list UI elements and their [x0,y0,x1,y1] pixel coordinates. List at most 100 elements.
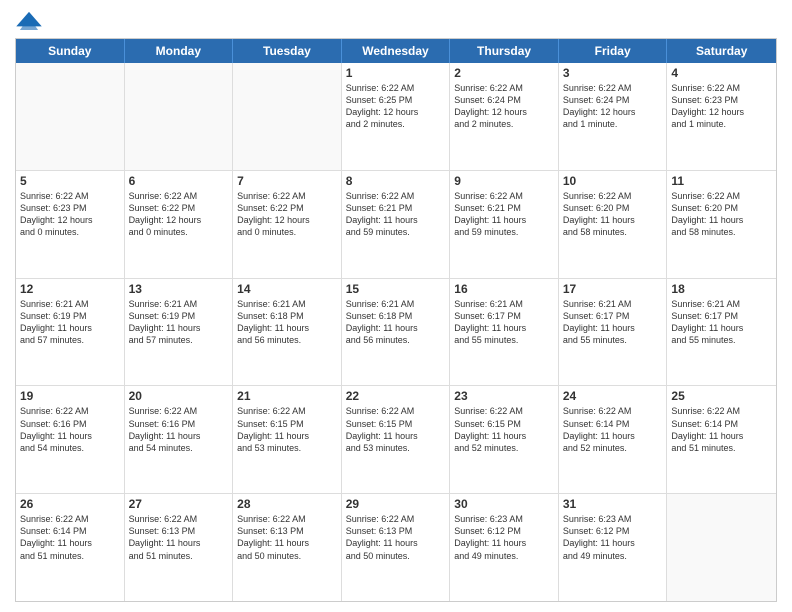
day-info: Sunrise: 6:21 AM Sunset: 6:19 PM Dayligh… [20,298,120,347]
day-info: Sunrise: 6:22 AM Sunset: 6:15 PM Dayligh… [346,405,446,454]
day-number: 8 [346,174,446,188]
day-cell-26: 26 Sunrise: 6:22 AM Sunset: 6:14 PM Dayli… [16,494,125,601]
day-info: Sunrise: 6:22 AM Sunset: 6:13 PM Dayligh… [129,513,229,562]
day-number: 1 [346,66,446,80]
day-cell-3: 3 Sunrise: 6:22 AM Sunset: 6:24 PM Daylig… [559,63,668,170]
calendar-header-row: SundayMondayTuesdayWednesdayThursdayFrid… [16,39,776,63]
day-cell-4: 4 Sunrise: 6:22 AM Sunset: 6:23 PM Daylig… [667,63,776,170]
day-info: Sunrise: 6:22 AM Sunset: 6:14 PM Dayligh… [20,513,120,562]
day-cell-7: 7 Sunrise: 6:22 AM Sunset: 6:22 PM Daylig… [233,171,342,278]
day-info: Sunrise: 6:21 AM Sunset: 6:18 PM Dayligh… [346,298,446,347]
day-info: Sunrise: 6:21 AM Sunset: 6:17 PM Dayligh… [563,298,663,347]
day-info: Sunrise: 6:22 AM Sunset: 6:24 PM Dayligh… [454,82,554,131]
header [15,10,777,30]
day-number: 23 [454,389,554,403]
day-info: Sunrise: 6:23 AM Sunset: 6:12 PM Dayligh… [563,513,663,562]
day-info: Sunrise: 6:22 AM Sunset: 6:22 PM Dayligh… [237,190,337,239]
day-info: Sunrise: 6:22 AM Sunset: 6:14 PM Dayligh… [563,405,663,454]
day-number: 6 [129,174,229,188]
day-cell-13: 13Sunrise: 6:21 AM Sunset: 6:19 PM Dayli… [125,279,234,386]
header-cell-tuesday: Tuesday [233,39,342,63]
day-number: 30 [454,497,554,511]
calendar-row-2: 12 Sunrise: 6:21 AM Sunset: 6:19 PM Dayli… [16,279,776,387]
day-cell-15: 15 Sunrise: 6:21 AM Sunset: 6:18 PM Dayli… [342,279,451,386]
empty-cell [667,494,776,601]
day-cell-22: 22 Sunrise: 6:22 AM Sunset: 6:15 PM Dayli… [342,386,451,493]
day-number: 10 [563,174,663,188]
day-number: 20 [129,389,229,403]
day-info: Sunrise: 6:22 AM Sunset: 6:24 PM Dayligh… [563,82,663,131]
day-number: 15 [346,282,446,296]
day-cell-2: 2Sunrise: 6:22 AM Sunset: 6:24 PM Daylig… [450,63,559,170]
day-info: Sunrise: 6:21 AM Sunset: 6:17 PM Dayligh… [671,298,772,347]
day-number: 28 [237,497,337,511]
day-number: 31 [563,497,663,511]
day-info: Sunrise: 6:22 AM Sunset: 6:14 PM Dayligh… [671,405,772,454]
day-info: Sunrise: 6:22 AM Sunset: 6:20 PM Dayligh… [563,190,663,239]
day-cell-20: 20 Sunrise: 6:22 AM Sunset: 6:16 PM Dayli… [125,386,234,493]
day-cell-29: 29 Sunrise: 6:22 AM Sunset: 6:13 PM Dayli… [342,494,451,601]
day-cell-25: 25 Sunrise: 6:22 AM Sunset: 6:14 PM Dayli… [667,386,776,493]
day-number: 22 [346,389,446,403]
day-number: 7 [237,174,337,188]
calendar-row-0: 1 Sunrise: 6:22 AM Sunset: 6:25 PM Daylig… [16,63,776,171]
day-cell-19: 19Sunrise: 6:22 AM Sunset: 6:16 PM Dayli… [16,386,125,493]
day-number: 18 [671,282,772,296]
day-cell-23: 23 Sunrise: 6:22 AM Sunset: 6:15 PM Dayli… [450,386,559,493]
day-info: Sunrise: 6:21 AM Sunset: 6:18 PM Dayligh… [237,298,337,347]
day-number: 21 [237,389,337,403]
day-info: Sunrise: 6:21 AM Sunset: 6:19 PM Dayligh… [129,298,229,347]
day-number: 4 [671,66,772,80]
day-cell-6: 6 Sunrise: 6:22 AM Sunset: 6:22 PM Daylig… [125,171,234,278]
calendar-row-3: 19Sunrise: 6:22 AM Sunset: 6:16 PM Dayli… [16,386,776,494]
day-number: 26 [20,497,120,511]
header-cell-saturday: Saturday [667,39,776,63]
day-cell-16: 16Sunrise: 6:21 AM Sunset: 6:17 PM Dayli… [450,279,559,386]
day-number: 17 [563,282,663,296]
empty-cell [233,63,342,170]
day-info: Sunrise: 6:22 AM Sunset: 6:20 PM Dayligh… [671,190,772,239]
day-cell-1: 1 Sunrise: 6:22 AM Sunset: 6:25 PM Daylig… [342,63,451,170]
day-info: Sunrise: 6:22 AM Sunset: 6:15 PM Dayligh… [237,405,337,454]
day-cell-27: 27 Sunrise: 6:22 AM Sunset: 6:13 PM Dayli… [125,494,234,601]
calendar-row-4: 26 Sunrise: 6:22 AM Sunset: 6:14 PM Dayli… [16,494,776,601]
day-cell-17: 17 Sunrise: 6:21 AM Sunset: 6:17 PM Dayli… [559,279,668,386]
calendar: SundayMondayTuesdayWednesdayThursdayFrid… [15,38,777,602]
day-number: 25 [671,389,772,403]
day-info: Sunrise: 6:22 AM Sunset: 6:13 PM Dayligh… [237,513,337,562]
calendar-body: 1 Sunrise: 6:22 AM Sunset: 6:25 PM Daylig… [16,63,776,601]
day-info: Sunrise: 6:21 AM Sunset: 6:17 PM Dayligh… [454,298,554,347]
header-cell-thursday: Thursday [450,39,559,63]
day-cell-24: 24Sunrise: 6:22 AM Sunset: 6:14 PM Dayli… [559,386,668,493]
day-info: Sunrise: 6:22 AM Sunset: 6:16 PM Dayligh… [129,405,229,454]
header-cell-friday: Friday [559,39,668,63]
day-info: Sunrise: 6:22 AM Sunset: 6:13 PM Dayligh… [346,513,446,562]
header-cell-wednesday: Wednesday [342,39,451,63]
day-info: Sunrise: 6:22 AM Sunset: 6:15 PM Dayligh… [454,405,554,454]
logo [15,10,47,30]
day-info: Sunrise: 6:22 AM Sunset: 6:23 PM Dayligh… [671,82,772,131]
day-number: 29 [346,497,446,511]
day-cell-21: 21 Sunrise: 6:22 AM Sunset: 6:15 PM Dayli… [233,386,342,493]
day-cell-11: 11 Sunrise: 6:22 AM Sunset: 6:20 PM Dayli… [667,171,776,278]
day-cell-14: 14Sunrise: 6:21 AM Sunset: 6:18 PM Dayli… [233,279,342,386]
day-cell-30: 30 Sunrise: 6:23 AM Sunset: 6:12 PM Dayli… [450,494,559,601]
day-number: 11 [671,174,772,188]
empty-cell [125,63,234,170]
header-cell-sunday: Sunday [16,39,125,63]
day-info: Sunrise: 6:22 AM Sunset: 6:21 PM Dayligh… [346,190,446,239]
day-info: Sunrise: 6:22 AM Sunset: 6:25 PM Dayligh… [346,82,446,131]
day-number: 3 [563,66,663,80]
day-number: 12 [20,282,120,296]
day-cell-9: 9 Sunrise: 6:22 AM Sunset: 6:21 PM Daylig… [450,171,559,278]
day-number: 27 [129,497,229,511]
day-cell-5: 5Sunrise: 6:22 AM Sunset: 6:23 PM Daylig… [16,171,125,278]
header-cell-monday: Monday [125,39,234,63]
day-cell-8: 8 Sunrise: 6:22 AM Sunset: 6:21 PM Daylig… [342,171,451,278]
day-number: 9 [454,174,554,188]
day-info: Sunrise: 6:23 AM Sunset: 6:12 PM Dayligh… [454,513,554,562]
day-info: Sunrise: 6:22 AM Sunset: 6:21 PM Dayligh… [454,190,554,239]
calendar-row-1: 5Sunrise: 6:22 AM Sunset: 6:23 PM Daylig… [16,171,776,279]
day-cell-10: 10 Sunrise: 6:22 AM Sunset: 6:20 PM Dayli… [559,171,668,278]
day-info: Sunrise: 6:22 AM Sunset: 6:22 PM Dayligh… [129,190,229,239]
